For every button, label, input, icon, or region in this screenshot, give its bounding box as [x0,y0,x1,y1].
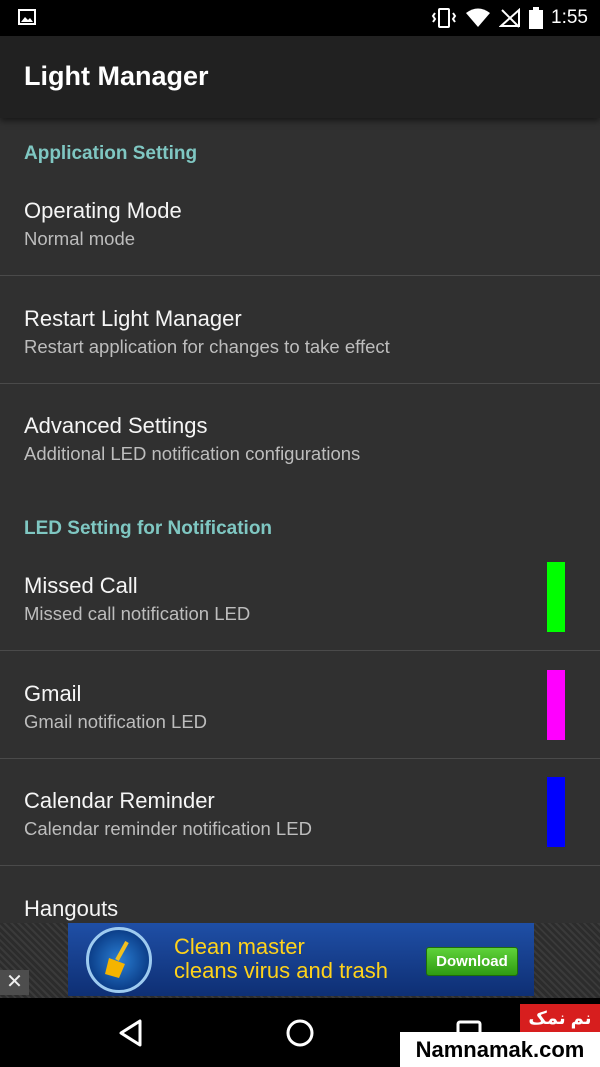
settings-list[interactable]: Application Setting Operating Mode Norma… [0,118,600,923]
app-bar: Light Manager [0,36,600,118]
led-color-swatch [547,670,565,740]
status-bar: 1:55 [0,0,600,36]
pref-title: Missed Call [24,573,138,598]
divider [0,865,600,866]
pref-summary: Additional LED notification configuratio… [24,443,361,464]
pref-title: Restart Light Manager [24,306,242,331]
pref-summary: Gmail notification LED [24,711,208,732]
pref-restart-light-manager[interactable]: Restart Light Manager Restart applicatio… [0,284,600,391]
divider [0,650,600,651]
pref-title: Operating Mode [24,198,182,223]
watermark-logo: نم نمک [520,1004,600,1032]
pref-calendar-reminder[interactable]: Calendar Reminder Calendar reminder noti… [0,766,600,873]
ad-bar: Clean master cleans virus and trash Down… [0,923,600,998]
wifi-icon [466,8,491,27]
pref-title: Calendar Reminder [24,788,215,813]
divider [0,275,600,276]
pref-title: Advanced Settings [24,413,208,438]
section-header-led: LED Setting for Notification [24,518,273,539]
divider [0,758,600,759]
pref-gmail[interactable]: Gmail Gmail notification LED [0,659,600,766]
watermark-site: Namnamak.com [400,1032,600,1067]
led-color-swatch [547,562,565,632]
pref-title: Gmail [24,681,82,706]
ad-banner[interactable]: Clean master cleans virus and trash Down… [68,923,534,996]
pref-hangouts[interactable]: Hangouts [0,874,600,923]
ad-line-1: Clean master [174,934,305,959]
pref-summary: Normal mode [24,228,136,249]
divider [0,383,600,384]
ad-text: Clean master cleans virus and trash [174,935,388,983]
ad-download-button[interactable]: Download [426,947,518,976]
back-icon[interactable] [114,1016,148,1050]
page-title: Light Manager [24,61,209,91]
ad-line-2: cleans virus and trash [174,958,388,983]
image-icon [18,9,36,25]
led-color-swatch [547,777,565,847]
pref-summary: Calendar reminder notification LED [24,818,312,839]
section-header-application: Application Setting [24,143,198,164]
pref-summary: Missed call notification LED [24,603,251,624]
broom-icon [86,927,152,993]
home-icon[interactable] [283,1016,317,1050]
no-signal-icon [499,8,521,28]
vibrate-icon [431,8,457,28]
battery-icon [529,7,544,29]
pref-missed-call[interactable]: Missed Call Missed call notification LED [0,551,600,658]
pref-title: Hangouts [24,896,119,921]
pref-summary: Restart application for changes to take … [24,336,390,357]
pref-advanced-settings[interactable]: Advanced Settings Additional LED notific… [0,391,600,498]
clock: 1:55 [551,7,588,28]
close-icon[interactable]: ✕ [0,970,29,995]
pref-operating-mode[interactable]: Operating Mode Normal mode [0,176,600,283]
